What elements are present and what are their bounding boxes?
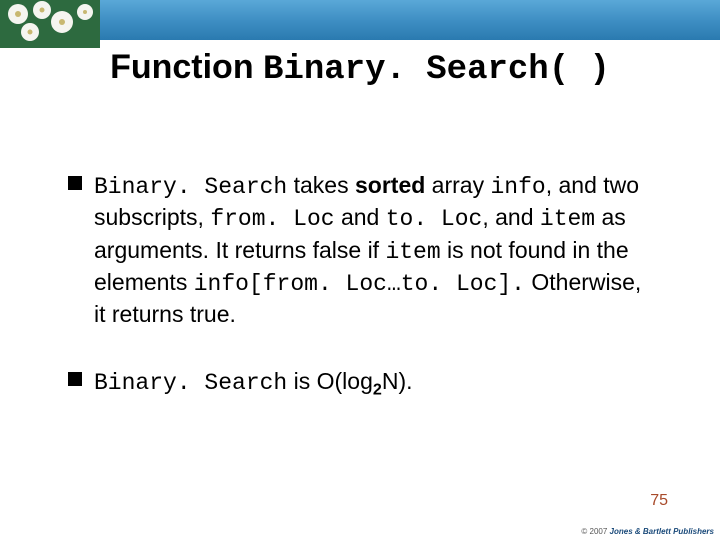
header-banner: [0, 0, 720, 40]
title-code: Binary. Search( ): [263, 51, 610, 89]
copyright-symbol: © 2007: [581, 527, 609, 536]
bullet-item: Binary. Search takes sorted array info, …: [68, 170, 658, 330]
page-number: 75: [650, 492, 668, 510]
slide-title: Function Binary. Search( ): [0, 48, 720, 89]
bullet-item: Binary. Search is O(log2N).: [68, 366, 658, 401]
copyright-publisher: Jones & Bartlett Publishers: [610, 527, 714, 536]
title-prefix: Function: [110, 48, 263, 86]
bullet-text: Binary. Search takes sorted array info, …: [94, 170, 658, 330]
bullet-marker-icon: [68, 176, 82, 190]
copyright: © 2007 Jones & Bartlett Publishers: [581, 527, 714, 536]
flower-decoration: [0, 0, 100, 48]
bullet-text: Binary. Search is O(log2N).: [94, 366, 413, 401]
slide-content: Binary. Search takes sorted array info, …: [68, 170, 658, 437]
bullet-marker-icon: [68, 372, 82, 386]
